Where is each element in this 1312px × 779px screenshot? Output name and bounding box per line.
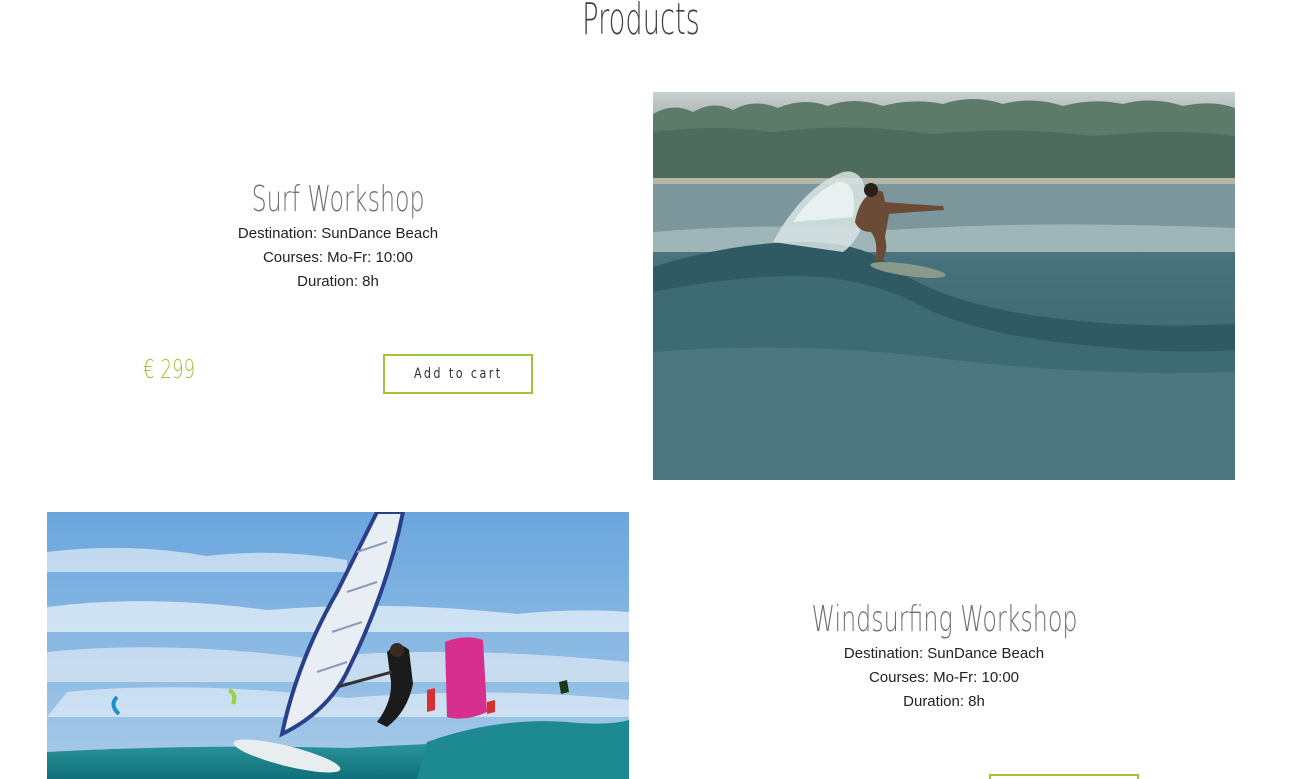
products-page: Products Surf Workshop Destination: SunD… [0,0,1312,779]
product-info-surf: Surf Workshop Destination: SunDance Beac… [47,178,629,294]
product-duration: Duration: 8h [903,693,985,710]
product-info-windsurfing: Windsurfing Workshop Destination: SunDan… [653,598,1235,714]
surfer-photo [653,92,1235,480]
add-to-cart-label: Add to cart [413,366,503,382]
product-price: € 299 [143,355,196,385]
product-title: Surf Workshop [251,179,425,220]
product-courses: Courses: Mo-Fr: 10:00 [868,669,1020,686]
product-duration: Duration: 8h [297,273,379,290]
page-title: Products [582,0,700,45]
product-destination: Destination: SunDance Beach [843,645,1045,662]
product-courses: Courses: Mo-Fr: 10:00 [262,249,414,266]
product-destination: Destination: SunDance Beach [237,225,439,242]
product-title: Windsurfing Workshop [811,599,1077,640]
add-to-cart-button[interactable] [989,774,1139,779]
windsurfer-photo [47,512,629,779]
add-to-cart-button[interactable]: Add to cart [383,354,533,394]
